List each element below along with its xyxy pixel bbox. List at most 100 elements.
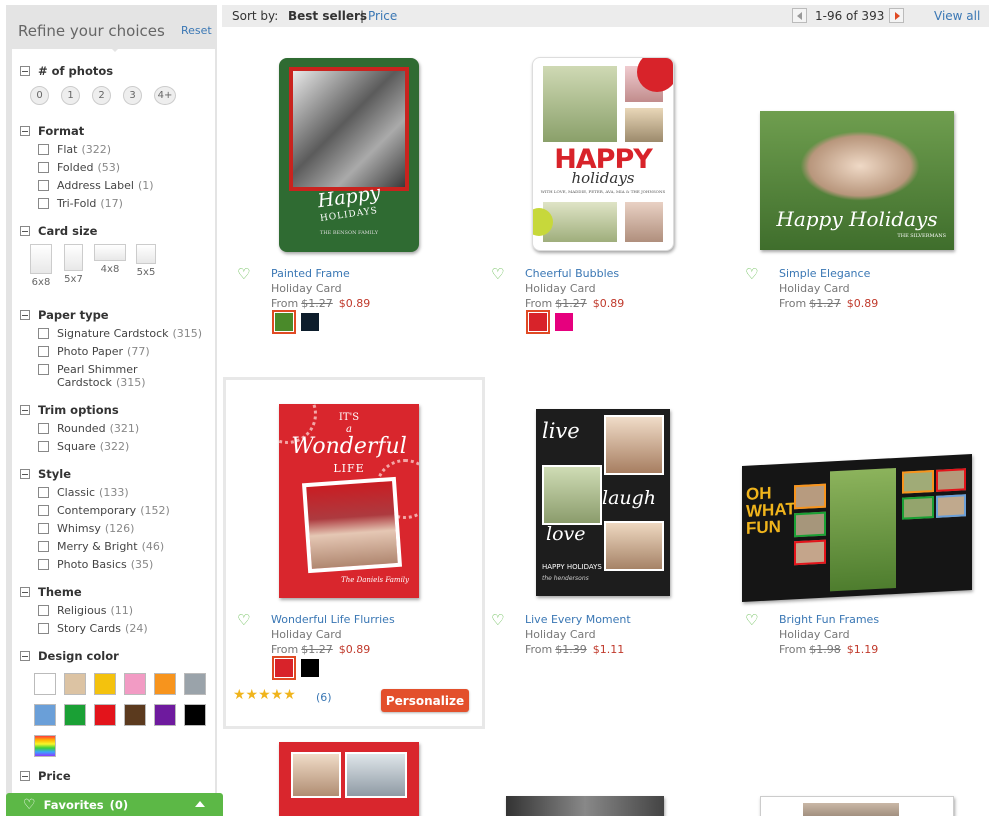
favorite-heart-icon[interactable]: ♡ <box>491 265 504 283</box>
favorite-heart-icon[interactable]: ♡ <box>237 265 250 283</box>
color-swatch[interactable] <box>154 673 176 695</box>
collapse-icon[interactable] <box>20 405 30 415</box>
favorite-heart-icon[interactable]: ♡ <box>237 611 250 629</box>
photo-count-1[interactable]: 1 <box>61 86 80 105</box>
checkbox[interactable] <box>38 180 49 191</box>
product-color-swatch[interactable] <box>301 659 319 677</box>
checkbox[interactable] <box>38 162 49 173</box>
checkbox[interactable] <box>38 198 49 209</box>
photo-count-4plus[interactable]: 4+ <box>154 86 176 105</box>
filter-option[interactable]: Photo Paper (77) <box>38 345 202 363</box>
product-color-swatch[interactable] <box>272 656 296 680</box>
color-swatch[interactable] <box>64 704 86 726</box>
filter-option[interactable]: Square (322) <box>38 440 139 458</box>
product-image[interactable] <box>506 796 664 816</box>
filter-option[interactable]: Story Cards (24) <box>38 622 148 640</box>
checkbox[interactable] <box>38 523 49 534</box>
collapse-icon[interactable] <box>20 469 30 479</box>
favorites-bar[interactable]: ♡ Favorites (0) <box>6 793 223 816</box>
product-color-swatch[interactable] <box>272 310 296 334</box>
reset-link[interactable]: Reset <box>181 24 212 37</box>
size-5x5[interactable]: 5x5 <box>136 244 156 278</box>
filter-option[interactable]: Flat (322) <box>38 143 154 161</box>
product-image[interactable] <box>279 742 419 816</box>
color-swatch-multicolor[interactable] <box>34 735 56 757</box>
size-5x7[interactable]: 5x7 <box>64 244 83 285</box>
checkbox[interactable] <box>38 487 49 498</box>
collapse-icon[interactable] <box>20 66 30 76</box>
checkbox[interactable] <box>38 541 49 552</box>
product-image[interactable]: OH WHAT FUN <box>742 453 972 603</box>
favorite-heart-icon[interactable]: ♡ <box>745 265 758 283</box>
collapse-icon[interactable] <box>20 771 30 781</box>
size-6x8[interactable]: 6x8 <box>30 244 52 288</box>
color-swatch[interactable] <box>124 673 146 695</box>
collapse-icon[interactable] <box>20 126 30 136</box>
product-name-link[interactable]: Painted Frame <box>271 267 370 280</box>
checkbox[interactable] <box>38 559 49 570</box>
checkbox[interactable] <box>38 364 49 375</box>
filter-option[interactable]: Signature Cardstock (315) <box>38 327 202 345</box>
color-swatch[interactable] <box>34 704 56 726</box>
checkbox[interactable] <box>38 505 49 516</box>
product-color-swatch[interactable] <box>301 313 319 331</box>
product-name-link[interactable]: Cheerful Bubbles <box>525 267 624 280</box>
product-image[interactable]: Happy Holidays THE SILVERMANS <box>760 111 954 250</box>
photo-count-0[interactable]: 0 <box>30 86 49 105</box>
filter-option[interactable]: Classic (133) <box>38 486 170 504</box>
product-color-swatch[interactable] <box>555 313 573 331</box>
product-image[interactable]: HAPPY holidays WITH LOVE, MADDIE, PETER,… <box>532 57 674 251</box>
sort-price-link[interactable]: Price <box>368 9 397 23</box>
review-count-link[interactable]: (6) <box>316 691 332 704</box>
filter-option[interactable]: Merry & Bright (46) <box>38 540 170 558</box>
color-swatch[interactable] <box>34 673 56 695</box>
color-swatch[interactable] <box>124 704 146 726</box>
filter-option[interactable]: Folded (53) <box>38 161 154 179</box>
favorite-heart-icon[interactable]: ♡ <box>491 611 504 629</box>
checkbox[interactable] <box>38 623 49 634</box>
filter-option[interactable]: Contemporary (152) <box>38 504 170 522</box>
photo-count-3[interactable]: 3 <box>123 86 142 105</box>
filter-option[interactable]: Photo Basics (35) <box>38 558 170 576</box>
color-swatch[interactable] <box>184 704 206 726</box>
checkbox[interactable] <box>38 328 49 339</box>
collapse-icon[interactable] <box>20 651 30 661</box>
color-swatch[interactable] <box>154 704 176 726</box>
view-all-link[interactable]: View all <box>934 9 980 23</box>
color-swatch[interactable] <box>94 704 116 726</box>
checkbox[interactable] <box>38 605 49 616</box>
filter-option[interactable]: Religious (11) <box>38 604 148 622</box>
product-image[interactable]: live laugh love HAPPY HOLIDAYS the hende… <box>536 409 670 596</box>
color-swatch[interactable] <box>94 673 116 695</box>
product-image[interactable]: IT'S a Wonderful LIFE The Daniels Family <box>279 404 419 598</box>
collapse-icon[interactable] <box>20 226 30 236</box>
favorite-heart-icon[interactable]: ♡ <box>745 611 758 629</box>
collapse-icon[interactable] <box>20 587 30 597</box>
color-swatch[interactable] <box>64 673 86 695</box>
price-original: $1.39 <box>555 643 587 656</box>
checkbox[interactable] <box>38 441 49 452</box>
checkbox[interactable] <box>38 346 49 357</box>
photo-count-2[interactable]: 2 <box>92 86 111 105</box>
filter-option[interactable]: Whimsy (126) <box>38 522 170 540</box>
product-color-swatch[interactable] <box>526 310 550 334</box>
collapse-icon[interactable] <box>20 310 30 320</box>
filter-option[interactable]: Tri-Fold (17) <box>38 197 154 215</box>
sort-best-sellers[interactable]: Best sellers <box>288 9 367 23</box>
product-name-link[interactable]: Simple Elegance <box>779 267 878 280</box>
next-page-icon[interactable] <box>889 8 904 23</box>
product-name-link[interactable]: Live Every Moment <box>525 613 631 626</box>
color-swatch[interactable] <box>184 673 206 695</box>
filter-option[interactable]: Pearl Shimmer Cardstock (315) <box>38 363 202 395</box>
checkbox[interactable] <box>38 423 49 434</box>
size-4x8[interactable]: 4x8 <box>94 244 126 275</box>
prev-page-icon[interactable] <box>792 8 807 23</box>
product-image[interactable]: Happy HOLIDAYS THE BENSON FAMILY <box>279 58 419 252</box>
product-name-link[interactable]: Wonderful Life Flurries <box>271 613 395 626</box>
filter-option[interactable]: Rounded (321) <box>38 422 139 440</box>
filter-option[interactable]: Address Label (1) <box>38 179 154 197</box>
personalize-button[interactable]: Personalize <box>381 689 469 712</box>
product-image[interactable] <box>760 796 954 816</box>
product-name-link[interactable]: Bright Fun Frames <box>779 613 879 626</box>
checkbox[interactable] <box>38 144 49 155</box>
